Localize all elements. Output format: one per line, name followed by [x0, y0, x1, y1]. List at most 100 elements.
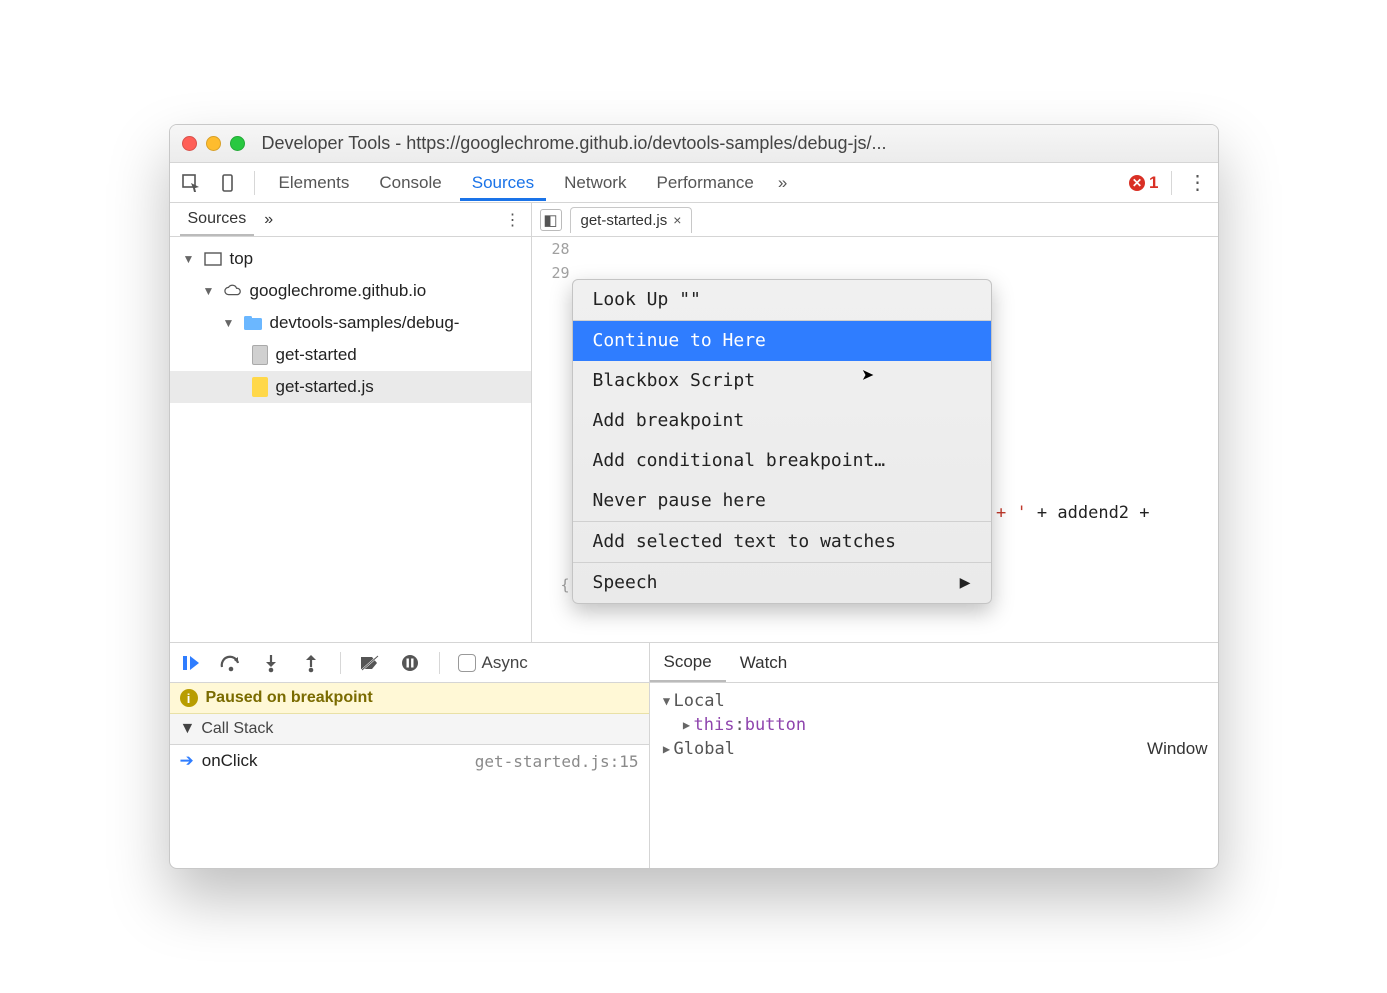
content-area: Sources » ⋮ ▼ top ▼ googlechrome.github.…	[170, 203, 1218, 868]
navigator-overflow[interactable]: »	[258, 205, 279, 235]
toggle-navigator-button[interactable]: ◧	[540, 209, 562, 231]
checkbox-icon	[458, 654, 476, 672]
ctx-look-up[interactable]: Look Up ""	[573, 280, 991, 320]
ctx-blackbox-script[interactable]: Blackbox Script	[573, 361, 991, 401]
pause-on-exceptions-button[interactable]	[399, 652, 421, 674]
tree-label: top	[230, 249, 254, 269]
debugger-lower: Async i Paused on breakpoint ▼ Call Stac…	[170, 643, 1218, 868]
toggle-device-icon[interactable]	[212, 168, 242, 198]
ctx-never-pause-here[interactable]: Never pause here	[573, 481, 991, 521]
disclosure-icon[interactable]: ▼	[222, 316, 236, 330]
disclosure-icon[interactable]: ▼	[182, 252, 196, 266]
separator	[254, 171, 255, 195]
editor-tab-label: get-started.js	[581, 212, 668, 229]
inspect-element-icon[interactable]	[176, 168, 206, 198]
file-icon	[252, 345, 268, 365]
sources-navigator: Sources » ⋮ ▼ top ▼ googlechrome.github.…	[170, 203, 532, 642]
scope-local[interactable]: ▼ Local	[660, 689, 1208, 713]
async-label: Async	[482, 653, 528, 673]
window-minimize-button[interactable]	[206, 136, 221, 151]
devtools-menu-button[interactable]: ⋮	[1184, 169, 1212, 197]
tab-sources[interactable]: Sources	[460, 165, 546, 201]
window-zoom-button[interactable]	[230, 136, 245, 151]
error-count-badge[interactable]: ✕ 1	[1129, 173, 1158, 193]
navigator-menu[interactable]: ⋮	[505, 210, 521, 230]
tree-label: get-started.js	[276, 377, 374, 397]
error-icon: ✕	[1129, 175, 1145, 191]
separator	[340, 652, 341, 674]
js-file-icon	[252, 377, 268, 397]
callstack-header[interactable]: ▼ Call Stack	[170, 714, 649, 745]
navigator-tab-sources[interactable]: Sources	[180, 204, 255, 236]
devtools-tabstrip: Elements Console Sources Network Perform…	[170, 163, 1218, 203]
separator	[1171, 171, 1172, 195]
scope-this-key: this	[694, 715, 735, 735]
sources-upper: Sources » ⋮ ▼ top ▼ googlechrome.github.…	[170, 203, 1218, 643]
async-checkbox[interactable]: Async	[458, 653, 528, 673]
ctx-continue-to-here[interactable]: Continue to Here	[573, 321, 991, 361]
tree-folder[interactable]: ▼ devtools-samples/debug-	[170, 307, 531, 339]
separator	[439, 652, 440, 674]
window-close-button[interactable]	[182, 136, 197, 151]
tab-scope[interactable]: Scope	[650, 644, 726, 682]
tree-origin[interactable]: ▼ googlechrome.github.io	[170, 275, 531, 307]
error-count: 1	[1149, 173, 1158, 193]
close-tab-icon[interactable]: ×	[673, 212, 681, 228]
tree-file-html[interactable]: get-started	[170, 339, 531, 371]
code-editor[interactable]: 28 29 { function updateLabel() { var add…	[532, 237, 1218, 642]
submenu-arrow-icon: ▶	[960, 571, 971, 595]
ctx-speech[interactable]: Speech ▶	[573, 563, 991, 603]
tree-frame-top[interactable]: ▼ top	[170, 243, 531, 275]
editor-pane: ◧ get-started.js × 28 29 { function upda…	[532, 203, 1218, 642]
paused-banner: i Paused on breakpoint	[170, 683, 649, 714]
editor-tab[interactable]: get-started.js ×	[570, 207, 693, 233]
folder-icon	[244, 314, 262, 332]
window-titlebar: Developer Tools - https://googlechrome.g…	[170, 125, 1218, 163]
frame-icon	[204, 250, 222, 268]
scope-this-val: button	[745, 715, 806, 735]
disclosure-icon[interactable]: ▶	[660, 742, 674, 756]
ctx-speech-label: Speech	[593, 572, 658, 593]
deactivate-breakpoints-button[interactable]	[359, 652, 381, 674]
tab-console[interactable]: Console	[367, 165, 453, 201]
disclosure-icon[interactable]: ▼	[660, 694, 674, 708]
editor-header: ◧ get-started.js ×	[532, 203, 1218, 237]
cloud-icon	[224, 282, 242, 300]
step-over-button[interactable]	[220, 652, 242, 674]
scope-global[interactable]: ▶ Global Window	[660, 737, 1208, 761]
scope-this[interactable]: ▶ this: button	[660, 713, 1208, 737]
tab-elements[interactable]: Elements	[267, 165, 362, 201]
step-into-button[interactable]	[260, 652, 282, 674]
ctx-add-conditional-breakpoint[interactable]: Add conditional breakpoint…	[573, 441, 991, 481]
context-menu: Look Up "" Continue to Here Blackbox Scr…	[572, 279, 992, 604]
tab-network[interactable]: Network	[552, 165, 638, 201]
disclosure-icon[interactable]: ▶	[680, 718, 694, 732]
scope-local-label: Local	[674, 691, 725, 711]
resume-button[interactable]	[180, 652, 202, 674]
tree-label: devtools-samples/debug-	[270, 313, 460, 333]
file-tree[interactable]: ▼ top ▼ googlechrome.github.io ▼ devtool…	[170, 237, 531, 642]
devtools-window: Developer Tools - https://googlechrome.g…	[169, 124, 1219, 869]
scope-global-label: Global	[674, 739, 735, 759]
disclosure-icon[interactable]: ▼	[202, 284, 216, 298]
tab-performance[interactable]: Performance	[644, 165, 765, 201]
step-out-button[interactable]	[300, 652, 322, 674]
ctx-add-to-watches[interactable]: Add selected text to watches	[573, 522, 991, 562]
navigator-header: Sources » ⋮	[170, 203, 531, 237]
ctx-add-breakpoint[interactable]: Add breakpoint	[573, 401, 991, 441]
window-title: Developer Tools - https://googlechrome.g…	[262, 133, 1206, 154]
tab-watch[interactable]: Watch	[726, 645, 802, 681]
paused-text: Paused on breakpoint	[206, 689, 373, 707]
debug-toolbar: Async	[170, 643, 649, 683]
line-gutter: 28 29 {	[532, 237, 576, 642]
tabs-overflow-button[interactable]: »	[772, 165, 793, 201]
scope-body[interactable]: ▼ Local ▶ this: button ▶ Global Window	[650, 683, 1218, 868]
callstack-frame[interactable]: ➔ onClick get-started.js:15	[170, 745, 649, 777]
frame-location[interactable]: get-started.js:15	[475, 752, 639, 771]
tree-file-js[interactable]: get-started.js	[170, 371, 531, 403]
scope-header: Scope Watch	[650, 643, 1218, 683]
current-frame-icon: ➔	[180, 751, 194, 771]
disclosure-icon[interactable]: ▼	[180, 720, 196, 738]
tree-label: googlechrome.github.io	[250, 281, 427, 301]
frame-name: onClick	[202, 751, 258, 771]
